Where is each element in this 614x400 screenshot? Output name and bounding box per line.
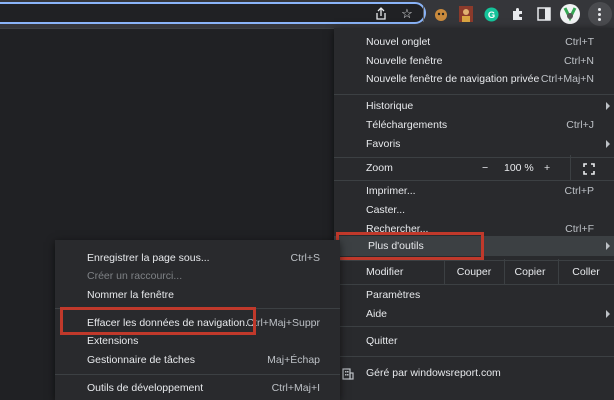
menu-item-cast[interactable]: Caster... bbox=[334, 200, 614, 220]
zoom-divider bbox=[570, 155, 571, 181]
submenu-arrow-icon bbox=[606, 310, 610, 318]
chrome-main-menu: Nouvel onglet Ctrl+T Nouvelle fenêtre Ct… bbox=[334, 28, 614, 400]
zoom-in-button[interactable]: + bbox=[544, 158, 550, 178]
submenu-arrow-icon bbox=[606, 242, 610, 250]
submenu-item-create-shortcut: Créer un raccourci... bbox=[87, 270, 183, 282]
menu-item-new-tab[interactable]: Nouvel onglet Ctrl+T bbox=[334, 32, 614, 52]
menu-item-zoom: Zoom − 100 % + bbox=[334, 155, 614, 181]
submenu-arrow-icon bbox=[606, 140, 610, 148]
share-icon[interactable] bbox=[372, 5, 390, 23]
cut-button[interactable]: Couper bbox=[444, 262, 504, 282]
submenu-arrow-icon bbox=[606, 102, 610, 110]
submenu-item-save-page[interactable]: Enregistrer la page sous... Ctrl+S bbox=[55, 248, 340, 268]
menu-separator bbox=[334, 326, 614, 327]
paste-button[interactable]: Coller bbox=[556, 262, 614, 282]
chrome-menu-button[interactable] bbox=[588, 2, 612, 26]
extension-portrait-icon[interactable] bbox=[457, 5, 475, 23]
copy-button[interactable]: Copier bbox=[500, 262, 560, 282]
toolbar-separator bbox=[423, 6, 424, 22]
menu-item-bookmarks[interactable]: Favoris bbox=[334, 134, 614, 154]
address-bar[interactable] bbox=[0, 2, 426, 24]
menu-separator bbox=[334, 260, 614, 261]
more-tools-submenu: Enregistrer la page sous... Ctrl+S Créer… bbox=[55, 240, 340, 400]
menu-item-new-incognito[interactable]: Nouvelle fenêtre de navigation privée Ct… bbox=[334, 69, 614, 89]
bookmark-star-icon[interactable]: ☆ bbox=[398, 5, 416, 23]
svg-text:G: G bbox=[487, 9, 494, 19]
fullscreen-icon[interactable] bbox=[583, 162, 595, 182]
menu-item-edit: Modifier Couper Copier Coller bbox=[334, 259, 614, 285]
menu-item-managed[interactable]: Géré par windowsreport.com bbox=[334, 363, 614, 383]
menu-item-history[interactable]: Historique bbox=[334, 96, 614, 116]
building-icon bbox=[342, 367, 354, 387]
menu-item-downloads[interactable]: Téléchargements Ctrl+J bbox=[334, 115, 614, 135]
grammarly-icon[interactable]: G bbox=[482, 5, 500, 23]
submenu-item-name-window[interactable]: Nommer la fenêtre bbox=[55, 285, 340, 305]
menu-item-exit[interactable]: Quitter bbox=[334, 331, 614, 351]
extensions-puzzle-icon[interactable] bbox=[509, 5, 527, 23]
menu-item-new-window[interactable]: Nouvelle fenêtre Ctrl+N bbox=[334, 51, 614, 71]
submenu-item-extensions[interactable]: Extensions bbox=[55, 331, 340, 351]
content-divider bbox=[0, 28, 334, 29]
submenu-item-task-manager[interactable]: Gestionnaire de tâches Maj+Échap bbox=[55, 350, 340, 370]
menu-item-more-tools[interactable]: Plus d'outils bbox=[334, 236, 614, 256]
menu-item-settings[interactable]: Paramètres bbox=[334, 285, 614, 305]
menu-separator bbox=[334, 94, 614, 95]
browser-toolbar: ☆ G bbox=[0, 0, 614, 28]
submenu-item-clear-data[interactable]: Effacer les données de navigation... Ctr… bbox=[55, 313, 340, 333]
menu-separator bbox=[334, 356, 614, 357]
submenu-item-dev-tools[interactable]: Outils de développement Ctrl+Maj+I bbox=[55, 378, 340, 398]
profile-avatar[interactable] bbox=[560, 4, 580, 24]
menu-item-help[interactable]: Aide bbox=[334, 304, 614, 324]
three-dots-icon bbox=[598, 7, 602, 21]
menu-separator bbox=[55, 308, 340, 309]
menu-item-print[interactable]: Imprimer... Ctrl+P bbox=[334, 181, 614, 201]
side-panel-icon[interactable] bbox=[535, 5, 553, 23]
extension-monkey-icon[interactable] bbox=[432, 5, 450, 23]
menu-separator bbox=[55, 374, 340, 375]
zoom-out-button[interactable]: − bbox=[482, 158, 488, 178]
zoom-level: 100 % bbox=[504, 162, 534, 174]
